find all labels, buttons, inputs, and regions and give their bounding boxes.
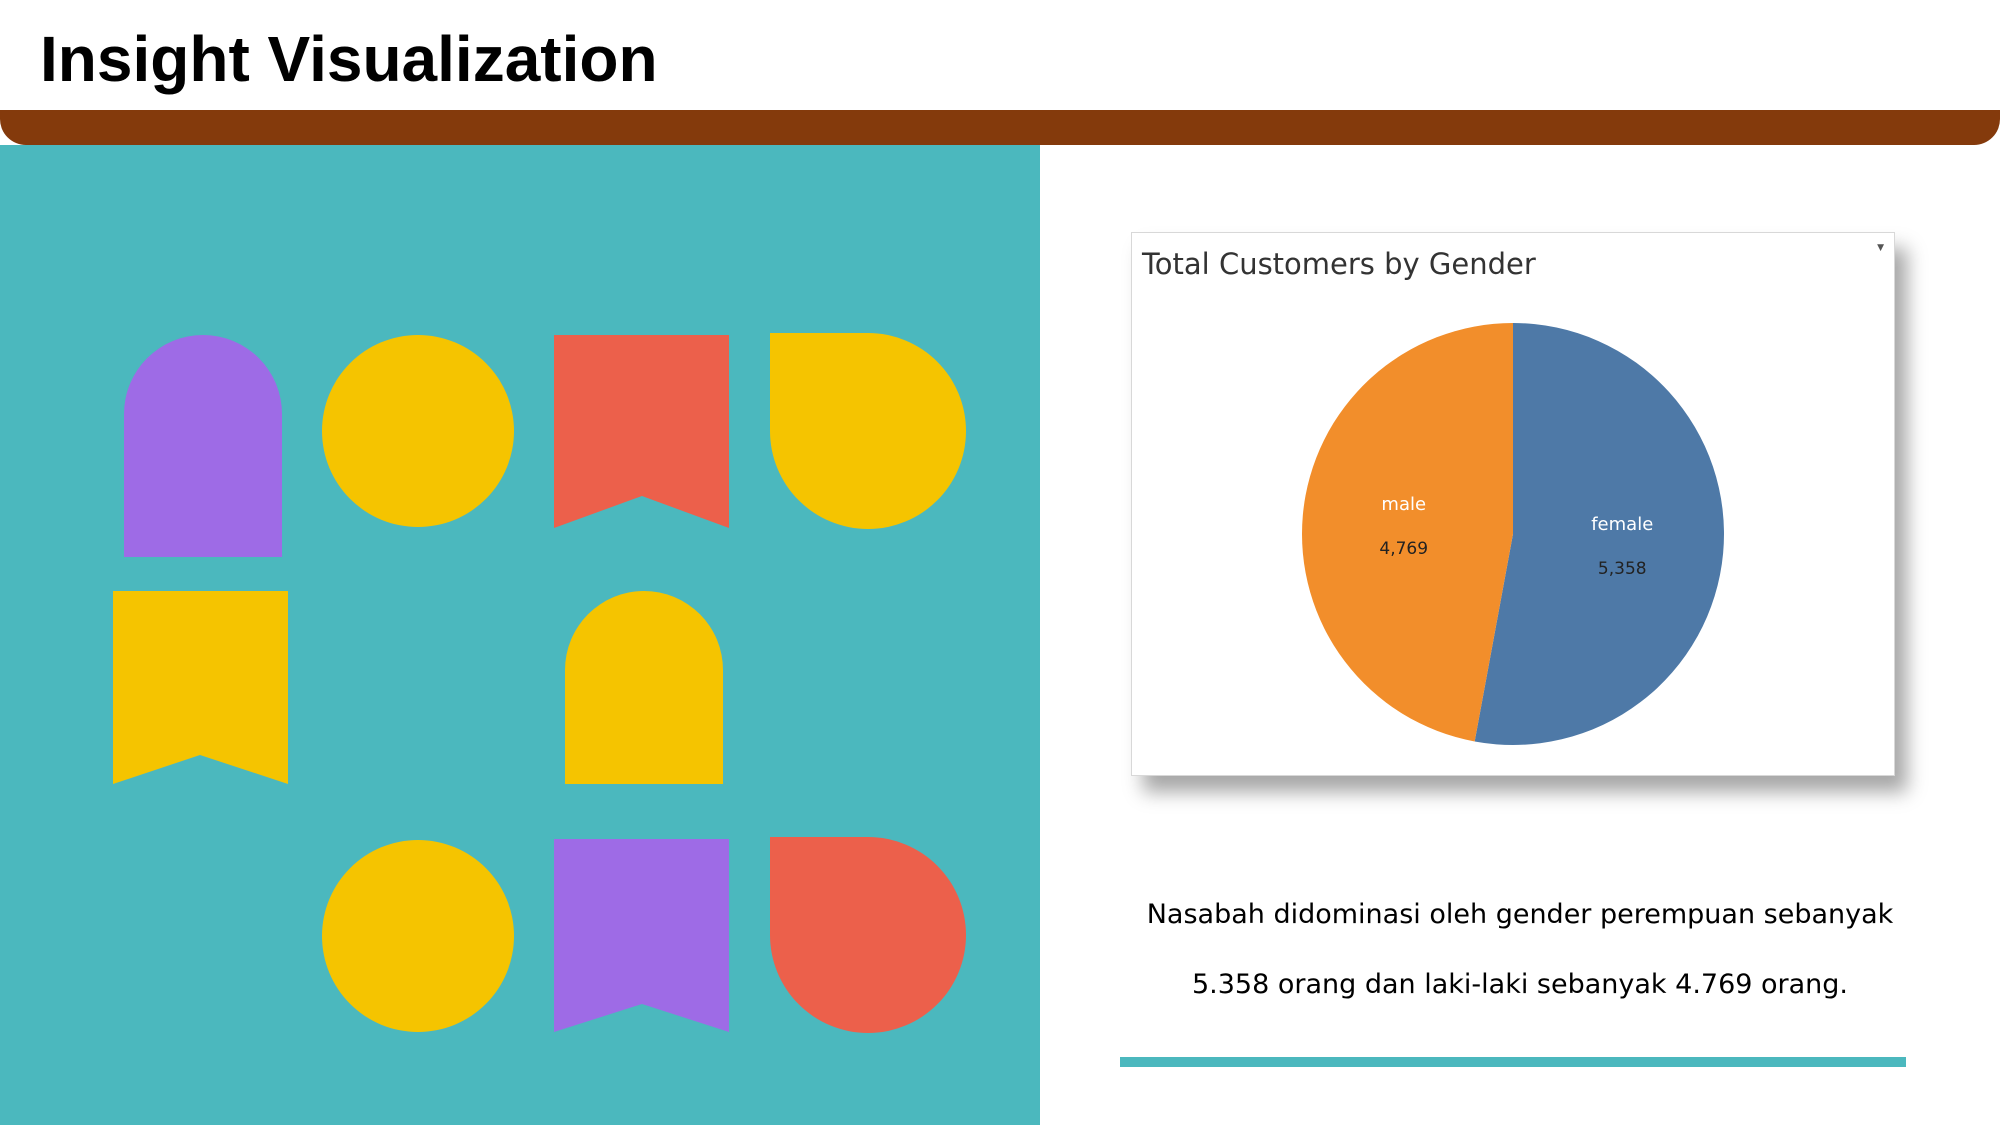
decorative-shapes <box>113 333 966 1033</box>
decorative-panel <box>0 145 1040 1125</box>
purple-arch <box>124 335 282 528</box>
accent-underline <box>1120 1057 1906 1067</box>
insight-caption: Nasabah didominasi oleh gender perempuan… <box>1120 880 1920 1020</box>
slice-label-female: female <box>1591 514 1653 535</box>
yellow-arch-shape <box>565 591 723 784</box>
pie-slice-male[interactable] <box>1302 323 1513 742</box>
pie-chart: female 5,358 male 4,769 <box>1302 323 1725 745</box>
yellow-banner-shape <box>113 591 288 784</box>
pie-chart-card[interactable]: Total Customers by Gender ▼ female 5,358 m… <box>1131 232 1895 776</box>
coral-banner-shape <box>554 335 729 528</box>
caption-line-1: Nasabah didominasi oleh gender perempuan… <box>1146 899 1894 930</box>
slice-value-male: 4,769 <box>1379 539 1428 559</box>
purple-arch-body <box>124 528 282 557</box>
coral-drop-shape <box>770 837 966 1033</box>
purple-banner-shape <box>554 839 729 1032</box>
slice-value-female: 5,358 <box>1598 559 1647 579</box>
yellow-drop-shape <box>770 333 966 529</box>
header-bar <box>0 110 2000 145</box>
yellow-circle-shape <box>322 335 514 527</box>
caption-line-2: 5.358 orang dan laki-laki sebanyak 4.769… <box>1191 969 1849 1000</box>
slice-label-male: male <box>1381 494 1426 515</box>
slide-title: Insight Visualization <box>40 23 658 95</box>
yellow-circle-shape-2 <box>322 840 514 1032</box>
